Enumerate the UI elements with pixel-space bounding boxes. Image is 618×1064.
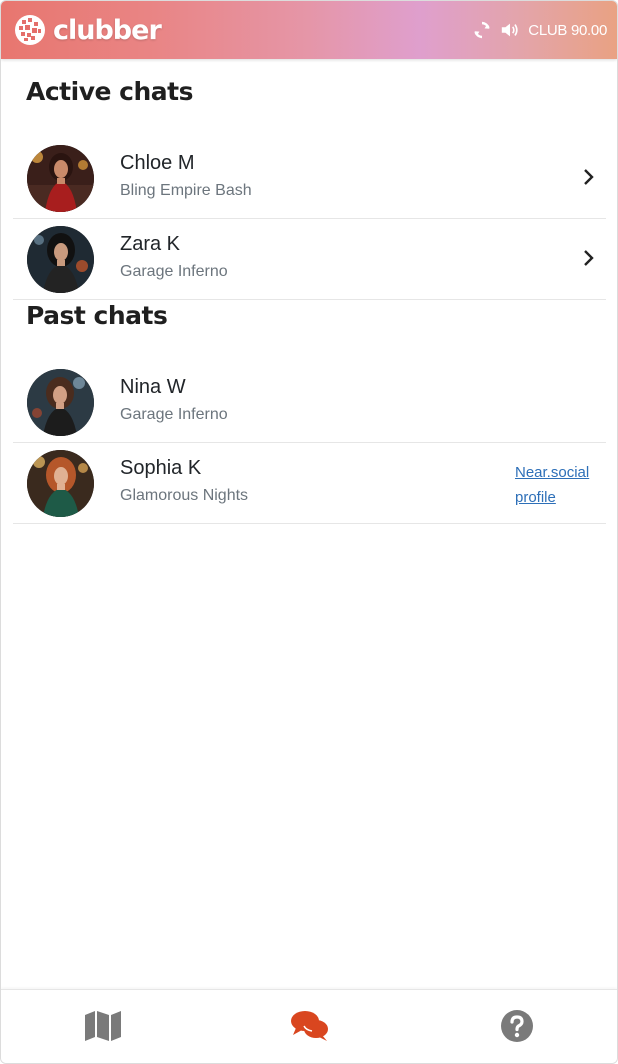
avatar bbox=[27, 226, 94, 293]
nav-chats[interactable] bbox=[288, 1004, 332, 1048]
chat-item[interactable]: Nina W Garage Inferno bbox=[13, 362, 606, 443]
active-chats-title: Active chats bbox=[26, 77, 193, 106]
disco-ball-icon bbox=[15, 15, 45, 45]
help-icon bbox=[501, 1010, 533, 1042]
brand-name: clubber bbox=[53, 14, 162, 46]
chat-name: Zara K bbox=[120, 233, 181, 255]
near-social-profile-link[interactable]: Near.social profile bbox=[515, 460, 601, 510]
active-chats-list: Chloe M Bling Empire Bash Zara K Garage bbox=[13, 138, 606, 300]
app-header: clubber CLUB 90.00 bbox=[1, 1, 617, 59]
brand[interactable]: clubber bbox=[13, 13, 162, 47]
chat-event: Garage Inferno bbox=[120, 406, 228, 423]
app-frame: clubber CLUB 90.00 Active chats Chloe M … bbox=[0, 0, 618, 1064]
past-chats-title: Past chats bbox=[26, 301, 168, 330]
past-chats-list: Nina W Garage Inferno Sophia K Glamorous… bbox=[13, 362, 606, 524]
chat-name: Chloe M bbox=[120, 152, 195, 174]
chat-icon bbox=[291, 1011, 328, 1041]
map-icon bbox=[85, 1011, 121, 1041]
chat-event: Bling Empire Bash bbox=[120, 182, 252, 199]
avatar bbox=[27, 369, 94, 436]
chat-name: Nina W bbox=[120, 376, 186, 398]
chat-item[interactable]: Zara K Garage Inferno bbox=[13, 219, 606, 300]
bottom-nav bbox=[1, 989, 617, 1063]
balance-label: CLUB 90.00 bbox=[528, 21, 607, 39]
avatar bbox=[27, 145, 94, 212]
volume-icon[interactable] bbox=[500, 20, 520, 40]
chat-item[interactable]: Chloe M Bling Empire Bash bbox=[13, 138, 606, 219]
refresh-icon[interactable] bbox=[472, 20, 492, 40]
chat-event: Glamorous Nights bbox=[120, 487, 249, 504]
chat-item[interactable]: Sophia K Glamorous Nights Near.social pr… bbox=[13, 443, 606, 524]
chat-event: Garage Inferno bbox=[120, 263, 228, 280]
nav-map[interactable] bbox=[81, 1004, 125, 1048]
header-controls: CLUB 90.00 bbox=[472, 20, 607, 40]
chat-name: Sophia K bbox=[120, 457, 202, 479]
nav-help[interactable] bbox=[495, 1004, 539, 1048]
avatar bbox=[27, 450, 94, 517]
chevron-right-icon[interactable] bbox=[582, 168, 596, 186]
chevron-right-icon[interactable] bbox=[582, 249, 596, 267]
